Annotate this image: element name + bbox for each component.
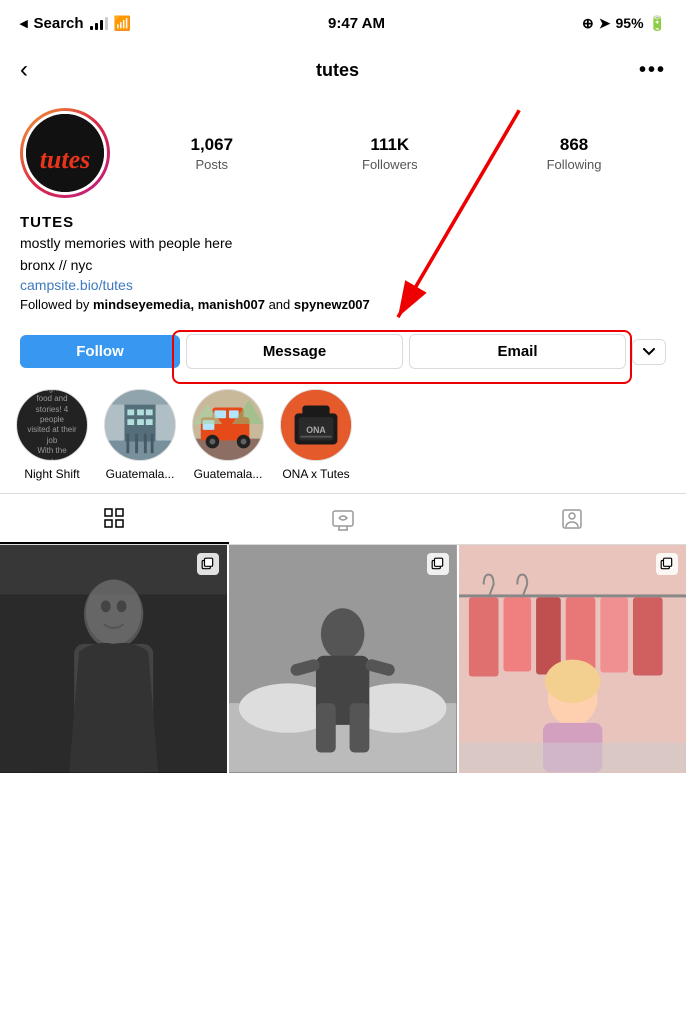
chevron-down-icon (643, 348, 655, 356)
bio-line-1: mostly memories with people here (20, 234, 666, 254)
photo-cell-2[interactable] (229, 545, 456, 772)
highlights-row: life or stop.also alwaysto work on thisc… (0, 381, 686, 493)
highlight-ona-circle: ONA (280, 389, 352, 461)
person-icon (560, 507, 584, 531)
bio-followed-by: Followed by mindseyemedia, manish007 and… (20, 296, 666, 314)
tv-icon (331, 507, 355, 531)
photo-2-badge (427, 553, 449, 575)
photo-1-badge (197, 553, 219, 575)
photo-cell-1[interactable] (0, 545, 227, 772)
followers-count: 111K (370, 135, 409, 155)
following-stat[interactable]: 868 Following (547, 135, 602, 172)
avatar-ring: tutes (20, 108, 110, 198)
dropdown-button[interactable] (632, 339, 666, 365)
email-button[interactable]: Email (409, 334, 626, 369)
followers-label: Followers (362, 157, 418, 172)
highlight-guatemala-1[interactable]: Guatemala... (104, 389, 176, 481)
building-svg (105, 389, 175, 461)
tab-grid[interactable] (0, 494, 229, 544)
back-button[interactable]: ‹ (20, 52, 36, 88)
highlight-night-shift-circle: life or stop.also alwaysto work on thisc… (16, 389, 88, 461)
followed-by-users: mindseyemedia, manish007 (93, 297, 265, 312)
highlight-ona[interactable]: ONA ONA x Tutes (280, 389, 352, 481)
posts-stat[interactable]: 1,067 Posts (190, 135, 233, 172)
multi-photo-icon (201, 557, 215, 571)
status-carrier: ◂ Search 📶 (20, 14, 131, 32)
profile-display-name: TUTES (20, 214, 666, 231)
tab-bar (0, 493, 686, 545)
multi-photo-icon-3 (660, 557, 674, 571)
highlight-night-shift[interactable]: life or stop.also alwaysto work on thisc… (16, 389, 88, 481)
stats-row: 1,067 Posts 111K Followers 868 Following (126, 135, 666, 172)
battery-icon: 🔋 (649, 15, 666, 32)
status-time: 9:47 AM (328, 15, 385, 32)
photo-2-svg (229, 545, 456, 772)
highlight-guatemala-2-circle (192, 389, 264, 461)
back-arrow-status: ◂ (20, 14, 28, 32)
ona-svg: ONA (281, 389, 351, 461)
annotation-wrapper: tutes 1,067 Posts 111K Followers 868 Fol… (0, 96, 686, 381)
photo-grid (0, 545, 686, 772)
bio-link[interactable]: campsite.bio/tutes (20, 277, 666, 293)
photo-cell-3[interactable] (459, 545, 686, 772)
svg-text:tutes: tutes (40, 145, 91, 174)
highlight-guatemala-2-label: Guatemala... (194, 467, 263, 481)
highlight-guatemala-1-circle (104, 389, 176, 461)
more-options-button[interactable]: ••• (639, 59, 666, 82)
tab-tagged[interactable] (457, 494, 686, 544)
van-svg (193, 389, 263, 461)
battery-percent: 95% (616, 15, 644, 31)
bio-line-2: bronx // nyc (20, 256, 666, 276)
status-bar: ◂ Search 📶 9:47 AM ⊕ ➤ 95% 🔋 (0, 0, 686, 44)
location-icon: ⊕ (582, 15, 594, 32)
highlight-ona-label: ONA x Tutes (282, 467, 349, 481)
followers-stat[interactable]: 111K Followers (362, 135, 418, 172)
photo-3-svg (459, 545, 686, 772)
follow-button[interactable]: Follow (20, 335, 180, 368)
avatar-svg: tutes (26, 114, 104, 192)
following-count: 868 (560, 135, 588, 155)
status-right: ⊕ ➤ 95% 🔋 (582, 15, 666, 32)
multi-photo-icon-2 (431, 557, 445, 571)
highlight-night-shift-label: Night Shift (24, 467, 79, 481)
svg-text:ONA: ONA (306, 425, 326, 435)
profile-nav-title: tutes (316, 60, 359, 81)
bio-section: TUTES mostly memories with people here b… (0, 210, 686, 326)
action-buttons: Follow Message Email (0, 326, 686, 381)
wifi-icon: 📶 (114, 15, 131, 32)
signal-icon (90, 16, 108, 30)
avatar-container: tutes (20, 108, 110, 198)
tab-reels[interactable] (229, 494, 458, 544)
posts-count: 1,067 (190, 135, 233, 155)
nav-bar: ‹ tutes ••• (0, 44, 686, 96)
photo-3-badge (656, 553, 678, 575)
message-button[interactable]: Message (186, 334, 403, 369)
profile-header: tutes 1,067 Posts 111K Followers 868 Fol… (0, 96, 686, 210)
highlight-guatemala-1-label: Guatemala... (106, 467, 175, 481)
avatar: tutes (23, 111, 107, 195)
following-label: Following (547, 157, 602, 172)
posts-label: Posts (196, 157, 229, 172)
grid-icon (102, 506, 126, 530)
followed-by-prefix: Followed by (20, 297, 93, 312)
direction-icon: ➤ (599, 15, 611, 32)
photo-1-svg (0, 545, 227, 772)
highlight-guatemala-2[interactable]: Guatemala... (192, 389, 264, 481)
